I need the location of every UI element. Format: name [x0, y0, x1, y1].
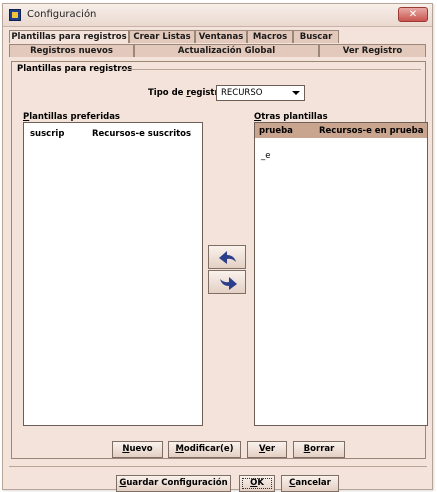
footer-separator	[9, 466, 427, 467]
other-templates-title: Otras plantillas	[254, 112, 328, 122]
list-item-description[interactable]: Recursos-e suscritos	[92, 129, 191, 139]
close-button[interactable]: ✕	[398, 7, 428, 22]
tab-plantillas-para-registros[interactable]: Plantillas para registros	[9, 30, 129, 43]
save-configuration-button[interactable]: Guardar Configuración	[116, 475, 231, 492]
modify-button[interactable]: Modificar(e)	[168, 441, 241, 458]
tab-actualizacion-global[interactable]: Actualización Global	[134, 44, 319, 57]
list-item-name[interactable]: prueba	[259, 126, 293, 136]
new-button[interactable]: Nuevo	[112, 441, 163, 458]
record-type-value: RECURSO	[221, 88, 263, 98]
tab-ver-registro[interactable]: Ver Registro	[319, 44, 426, 57]
arrow-left-icon	[219, 251, 236, 264]
other-templates-list[interactable]: prueba Recursos-e en prueba _e	[254, 122, 428, 426]
tab-crear-listas[interactable]: Crear Listas	[129, 30, 195, 43]
group-title: Plantillas para registros	[17, 64, 133, 74]
record-type-select[interactable]: RECURSO	[216, 85, 305, 101]
app-icon	[9, 9, 21, 21]
preferred-templates-title: Plantillas preferidas	[23, 112, 120, 122]
tab-registros-nuevos[interactable]: Registros nuevos	[9, 44, 134, 57]
record-type-label: Tipo de registro	[148, 88, 225, 98]
window-title: Configuración	[27, 9, 97, 20]
configuration-dialog: Configuración ✕ Plantillas para registro…	[2, 3, 433, 492]
title-bar: Configuración ✕	[3, 4, 432, 27]
list-item-description[interactable]: Recursos-e en prueba	[319, 126, 424, 136]
group-separator	[121, 69, 421, 70]
list-item-name[interactable]: _e	[261, 151, 270, 161]
delete-button[interactable]: Borrar	[293, 441, 345, 458]
tab-ventanas[interactable]: Ventanas	[195, 30, 247, 43]
move-left-button[interactable]	[208, 245, 246, 269]
tab-macros[interactable]: Macros	[247, 30, 293, 43]
arrow-right-icon	[220, 277, 237, 290]
cancel-button[interactable]: Cancelar	[281, 475, 339, 492]
chevron-down-icon	[292, 91, 300, 95]
preferred-templates-list[interactable]: suscrip Recursos-e suscritos	[23, 122, 203, 426]
list-item-name[interactable]: suscrip	[30, 129, 64, 139]
view-button[interactable]: Ver	[247, 441, 287, 458]
tab-buscar[interactable]: Buscar	[293, 30, 339, 43]
move-right-button[interactable]	[208, 270, 246, 294]
ok-button[interactable]: OK	[239, 475, 275, 492]
